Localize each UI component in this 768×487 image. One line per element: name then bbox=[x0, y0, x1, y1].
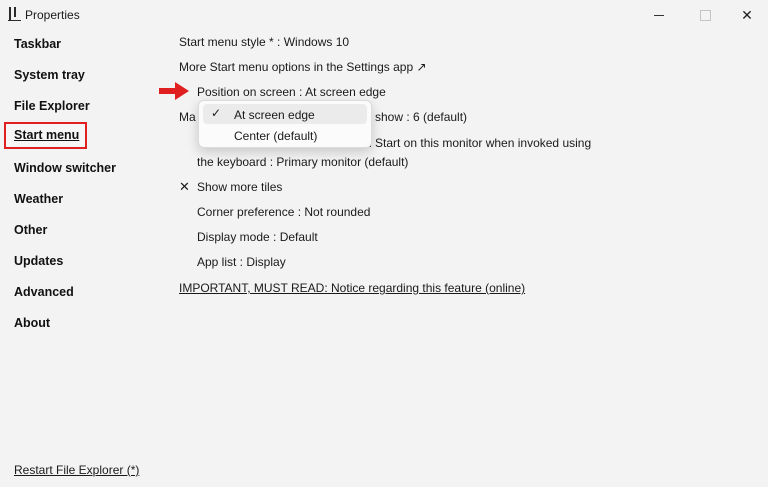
dropdown-option-center[interactable]: Center (default) bbox=[203, 125, 367, 145]
important-notice-link[interactable]: IMPORTANT, MUST READ: Notice regarding t… bbox=[179, 281, 525, 295]
sidebar-item-system-tray[interactable]: System tray bbox=[14, 68, 85, 82]
show-more-tiles-check-icon[interactable]: ✕ bbox=[179, 179, 190, 195]
dropdown-option-at-screen-edge[interactable]: ✓ At screen edge bbox=[203, 104, 367, 124]
sidebar-item-weather[interactable]: Weather bbox=[14, 192, 63, 206]
dropdown-option-label: Center (default) bbox=[234, 129, 318, 143]
sidebar-item-advanced[interactable]: Advanced bbox=[14, 285, 74, 299]
restart-file-explorer-link[interactable]: Restart File Explorer (*) bbox=[14, 463, 139, 477]
minimize-icon bbox=[654, 14, 664, 16]
close-button[interactable]: ✕ bbox=[724, 0, 768, 30]
sidebar-item-file-explorer[interactable]: File Explorer bbox=[14, 99, 90, 113]
dropdown-option-label: At screen edge bbox=[234, 108, 315, 122]
red-arrow-annotation-icon bbox=[159, 82, 189, 100]
start-monitor-option-line1[interactable]: n Start on this monitor when invoked usi… bbox=[365, 136, 591, 150]
start-monitor-option-line2[interactable]: the keyboard : Primary monitor (default) bbox=[197, 155, 408, 169]
app-icon bbox=[8, 6, 22, 22]
sidebar-item-window-switcher[interactable]: Window switcher bbox=[14, 161, 116, 175]
maximize-icon bbox=[699, 9, 711, 21]
sidebar-item-updates[interactable]: Updates bbox=[14, 254, 63, 268]
sidebar-item-taskbar[interactable]: Taskbar bbox=[14, 37, 61, 51]
position-on-screen-option[interactable]: Position on screen : At screen edge bbox=[197, 85, 386, 99]
show-more-tiles-option[interactable]: Show more tiles bbox=[197, 180, 282, 194]
maximize-button[interactable] bbox=[682, 0, 728, 30]
max-frequent-apps-option-prefix[interactable]: Ma bbox=[179, 110, 196, 124]
start-menu-style-option[interactable]: Start menu style * : Windows 10 bbox=[179, 35, 349, 49]
close-icon: ✕ bbox=[741, 6, 753, 23]
max-frequent-apps-option-suffix[interactable]: o show : 6 (default) bbox=[365, 110, 467, 124]
window-title: Properties bbox=[25, 8, 80, 22]
checkmark-icon: ✓ bbox=[211, 106, 222, 120]
app-list-option[interactable]: App list : Display bbox=[197, 255, 286, 269]
position-dropdown-menu: ✓ At screen edge Center (default) bbox=[198, 100, 372, 148]
sidebar-item-other[interactable]: Other bbox=[14, 223, 47, 237]
corner-preference-option[interactable]: Corner preference : Not rounded bbox=[197, 205, 370, 219]
more-start-options-link[interactable]: More Start menu options in the Settings … bbox=[179, 60, 427, 74]
minimize-button[interactable] bbox=[636, 0, 682, 30]
sidebar-item-start-menu[interactable]: Start menu bbox=[3, 122, 88, 149]
display-mode-option[interactable]: Display mode : Default bbox=[197, 230, 318, 244]
sidebar-item-about[interactable]: About bbox=[14, 316, 50, 330]
title-bar: Properties ✕ bbox=[0, 0, 768, 30]
